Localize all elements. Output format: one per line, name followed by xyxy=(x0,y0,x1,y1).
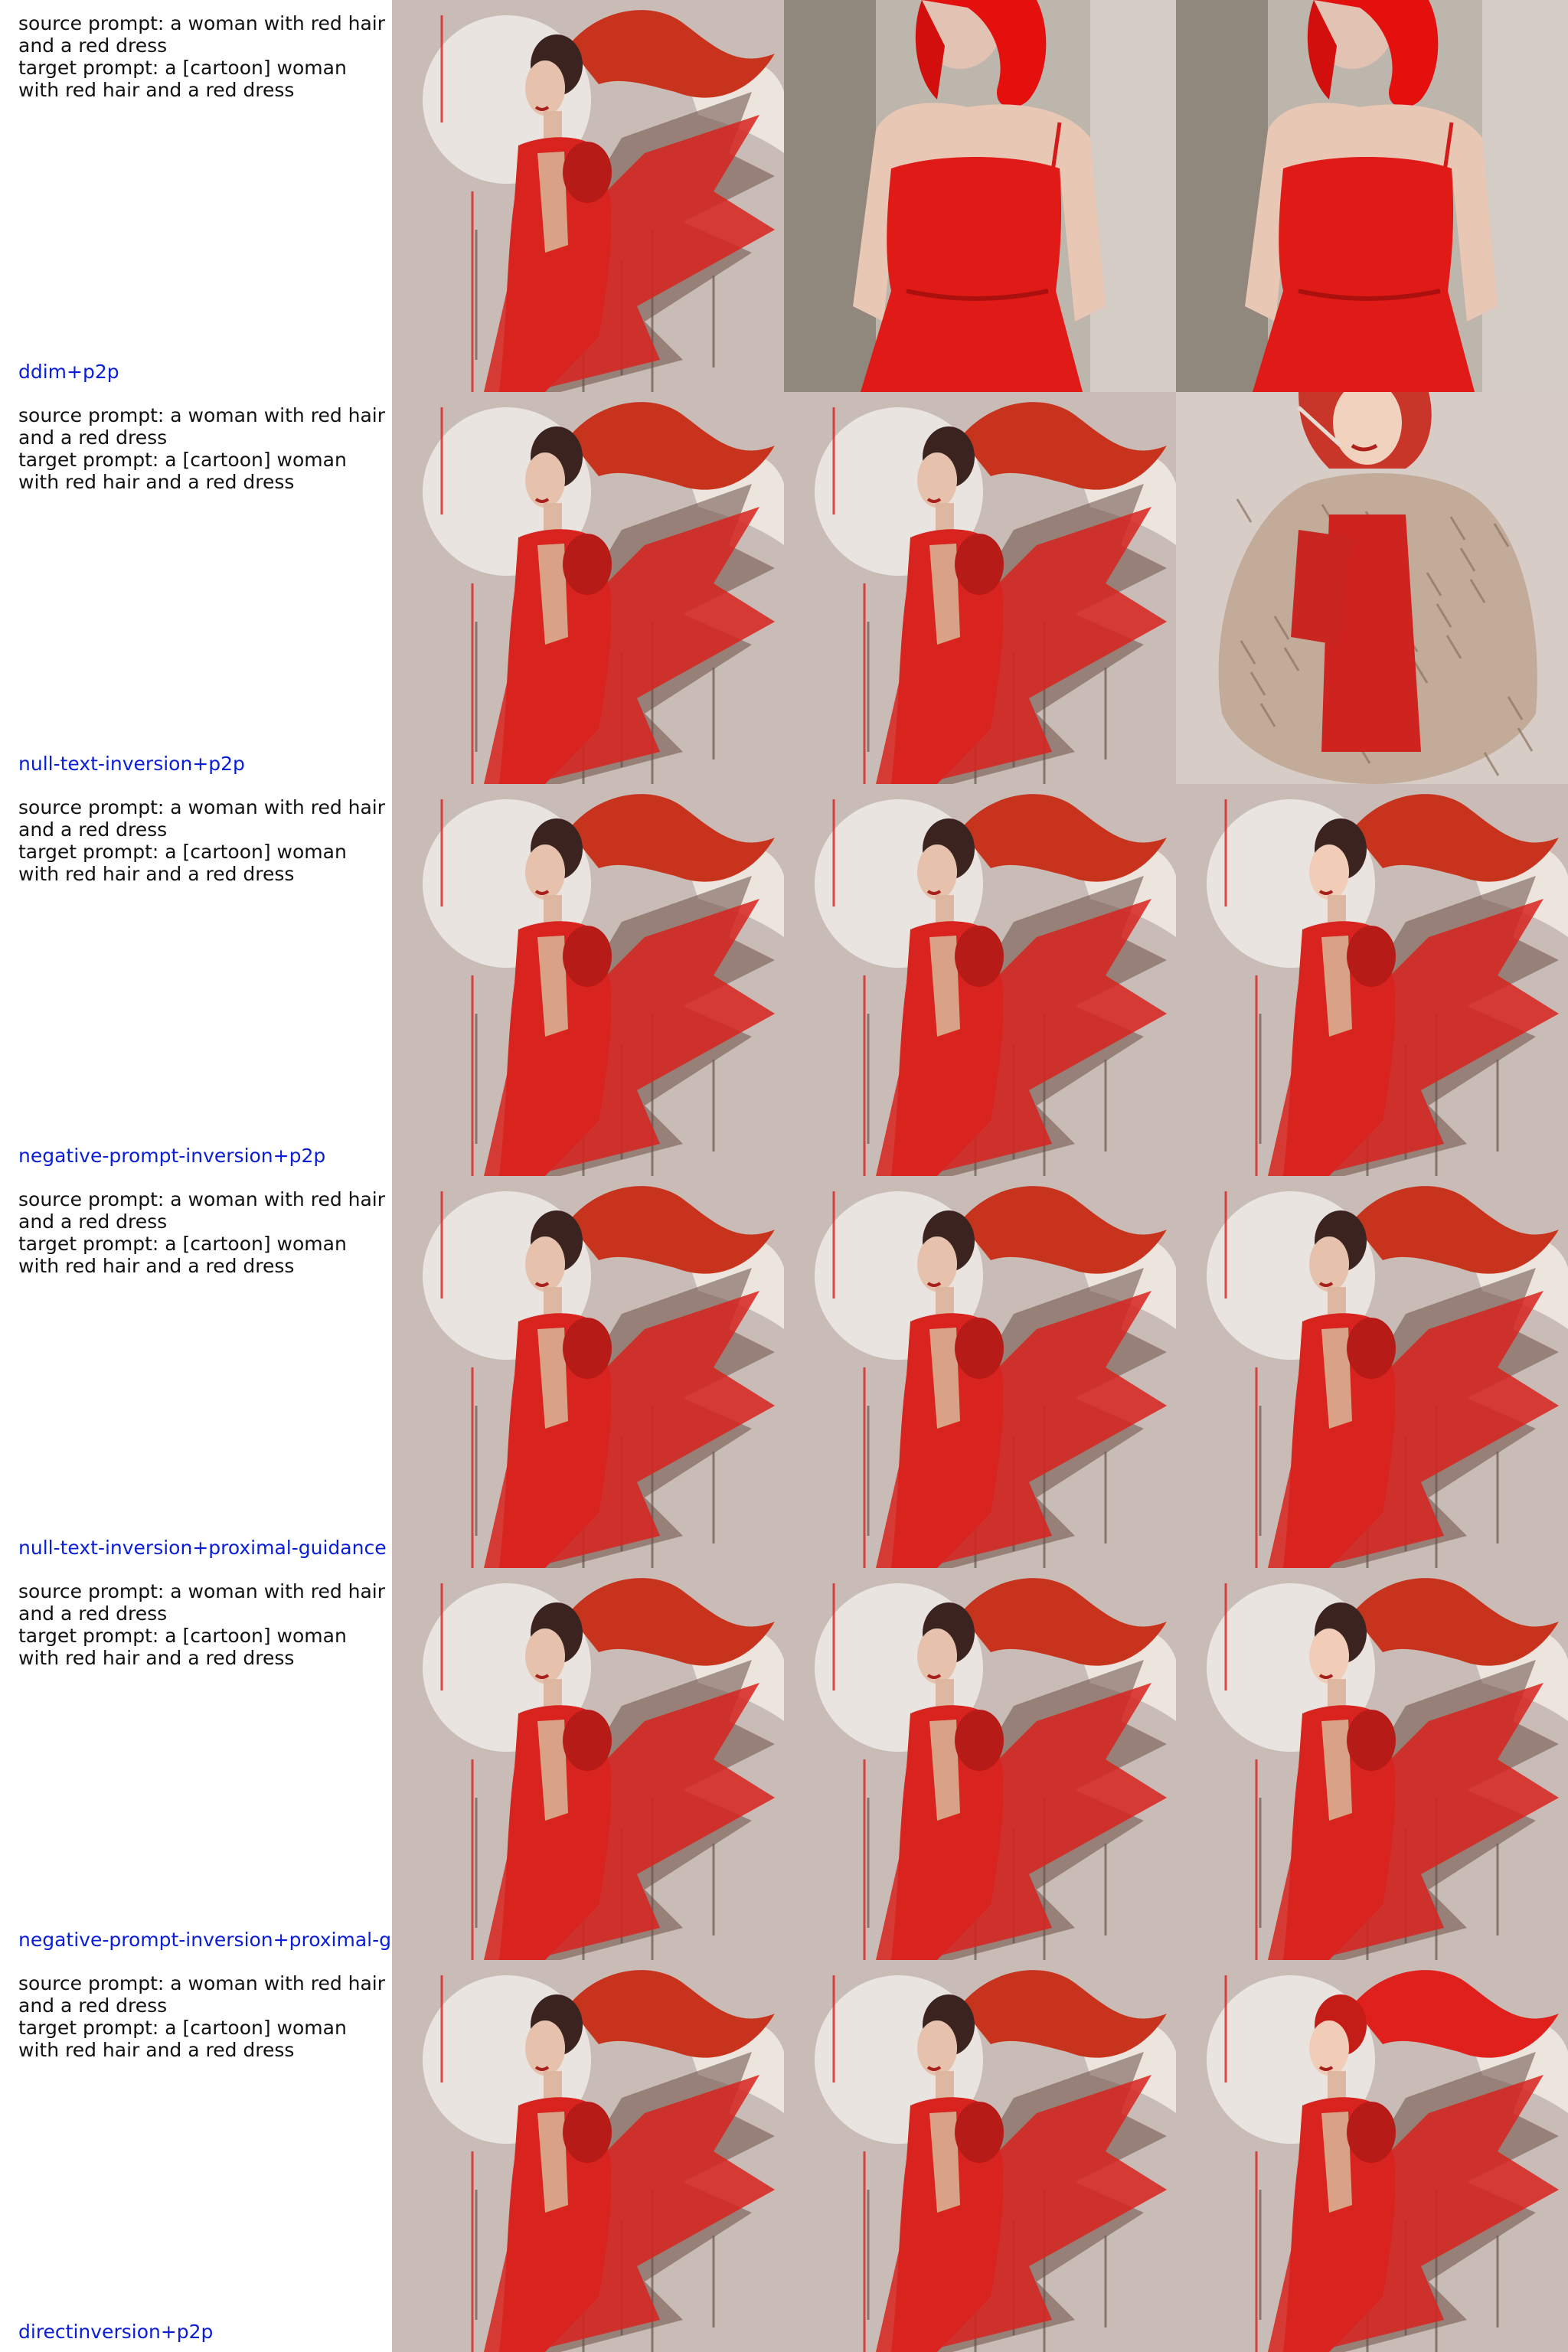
result-image-drawing xyxy=(1176,1960,1568,2352)
prompt-line: source prompt: a woman with red hair xyxy=(18,796,386,818)
comparison-row: source prompt: a woman with red hair and … xyxy=(0,1568,1568,1960)
method-label: directinversion+p2p xyxy=(18,2321,214,2343)
result-image-photo-woman-red-hair-red-dress xyxy=(1176,0,1568,392)
prompt-text: source prompt: a woman with red hair and … xyxy=(18,1972,390,2061)
result-image-drawing xyxy=(1176,1176,1568,1568)
comparison-row: source prompt: a woman with red hair and … xyxy=(0,1960,1568,2352)
result-image-painted-woman-red-hair-ponytail xyxy=(392,0,784,392)
method-label: negative-prompt-inversion+proximal-g xyxy=(18,1929,391,1951)
prompt-line: target prompt: a [cartoon] woman xyxy=(18,1625,347,1647)
result-image-drawing xyxy=(1176,0,1568,392)
result-image-drawing xyxy=(1176,1568,1568,1960)
prompt-line: target prompt: a [cartoon] woman xyxy=(18,57,347,79)
result-image-drawing xyxy=(784,392,1176,784)
comparison-row: source prompt: a woman with red hair and … xyxy=(0,784,1568,1176)
result-image-painted-woman-red-hair-ponytail xyxy=(392,1568,784,1960)
prompt-line: and a red dress xyxy=(18,34,168,57)
result-image-painted-woman-red-hair-ponytail xyxy=(784,1176,1176,1568)
result-image-painted-woman-red-hair-ponytail xyxy=(392,1960,784,2352)
result-image-painted-woman-red-hair-ponytail xyxy=(392,784,784,1176)
result-image-painted-woman-red-hair-ponytail xyxy=(392,392,784,784)
prompt-text: source prompt: a woman with red hair and … xyxy=(18,796,390,885)
result-image-drawing xyxy=(392,1568,784,1960)
result-image-painted-woman-red-hair-ponytail xyxy=(784,392,1176,784)
prompt-line: source prompt: a woman with red hair xyxy=(18,12,386,34)
prompt-line: target prompt: a [cartoon] woman xyxy=(18,1233,347,1255)
row-label-panel: source prompt: a woman with red hair and … xyxy=(0,0,392,392)
prompt-text: source prompt: a woman with red hair and … xyxy=(18,404,390,493)
result-image-drawing xyxy=(1176,784,1568,1176)
result-image-drawing xyxy=(392,0,784,392)
result-image-drawing xyxy=(784,1568,1176,1960)
result-image-drawing xyxy=(784,0,1176,392)
prompt-line: with red hair and a red dress xyxy=(18,2039,295,2061)
prompt-line: with red hair and a red dress xyxy=(18,1255,295,1277)
result-image-drawing xyxy=(784,1176,1176,1568)
result-image-painted-woman-red-hair-ponytail xyxy=(784,1960,1176,2352)
row-label-panel: source prompt: a woman with red hair and … xyxy=(0,1960,392,2352)
prompt-line: target prompt: a [cartoon] woman xyxy=(18,2017,347,2039)
prompt-text: source prompt: a woman with red hair and … xyxy=(18,12,390,101)
row-label-panel: source prompt: a woman with red hair and … xyxy=(0,392,392,784)
result-image-cartoon-woman-red-hair-ponytail xyxy=(1176,1568,1568,1960)
prompt-line: with red hair and a red dress xyxy=(18,1647,295,1669)
comparison-grid: source prompt: a woman with red hair and … xyxy=(0,0,1568,2352)
result-image-painted-woman-red-hair-ponytail xyxy=(784,1568,1176,1960)
prompt-text: source prompt: a woman with red hair and … xyxy=(18,1580,390,1669)
result-image-drawing xyxy=(392,1960,784,2352)
prompt-text: source prompt: a woman with red hair and … xyxy=(18,1188,390,1277)
result-image-drawing xyxy=(392,784,784,1176)
result-image-drawing xyxy=(392,1176,784,1568)
result-image-drawing xyxy=(392,392,784,784)
row-label-panel: source prompt: a woman with red hair and … xyxy=(0,1568,392,1960)
result-image-cartoon-woman-red-hair-red-dress xyxy=(1176,1960,1568,2352)
result-image-painted-woman-red-hair-ponytail xyxy=(392,1176,784,1568)
prompt-line: source prompt: a woman with red hair xyxy=(18,1188,386,1210)
method-label: negative-prompt-inversion+p2p xyxy=(18,1145,326,1167)
result-image-drawing xyxy=(784,1960,1176,2352)
prompt-line: and a red dress xyxy=(18,1994,168,2017)
result-image-drawing xyxy=(784,784,1176,1176)
result-image-painted-woman-red-hair-ponytail xyxy=(784,784,1176,1176)
prompt-line: and a red dress xyxy=(18,1602,168,1625)
prompt-line: with red hair and a red dress xyxy=(18,863,295,885)
method-label: null-text-inversion+proximal-guidance xyxy=(18,1537,387,1559)
prompt-line: target prompt: a [cartoon] woman xyxy=(18,841,347,863)
row-label-panel: source prompt: a woman with red hair and … xyxy=(0,784,392,1176)
method-label: null-text-inversion+p2p xyxy=(18,753,245,775)
prompt-line: with red hair and a red dress xyxy=(18,471,295,493)
result-image-photo-woman-red-hair-red-dress xyxy=(784,0,1176,392)
comparison-row: source prompt: a woman with red hair and … xyxy=(0,1176,1568,1568)
result-image-illustrated-woman-fur-coat-red-dress xyxy=(1176,392,1568,784)
result-image-cartoon-woman-red-hair-ponytail xyxy=(1176,784,1568,1176)
prompt-line: target prompt: a [cartoon] woman xyxy=(18,449,347,471)
result-image-drawing xyxy=(1176,392,1568,784)
comparison-row: source prompt: a woman with red hair and … xyxy=(0,392,1568,784)
method-label: ddim+p2p xyxy=(18,361,119,383)
prompt-line: source prompt: a woman with red hair xyxy=(18,1972,386,1994)
prompt-line: and a red dress xyxy=(18,426,168,449)
prompt-line: and a red dress xyxy=(18,1210,168,1233)
prompt-line: and a red dress xyxy=(18,818,168,841)
prompt-line: with red hair and a red dress xyxy=(18,79,295,101)
row-label-panel: source prompt: a woman with red hair and … xyxy=(0,1176,392,1568)
comparison-row: source prompt: a woman with red hair and … xyxy=(0,0,1568,392)
prompt-line: source prompt: a woman with red hair xyxy=(18,404,386,426)
prompt-line: source prompt: a woman with red hair xyxy=(18,1580,386,1602)
result-image-painted-woman-red-hair-ponytail xyxy=(1176,1176,1568,1568)
